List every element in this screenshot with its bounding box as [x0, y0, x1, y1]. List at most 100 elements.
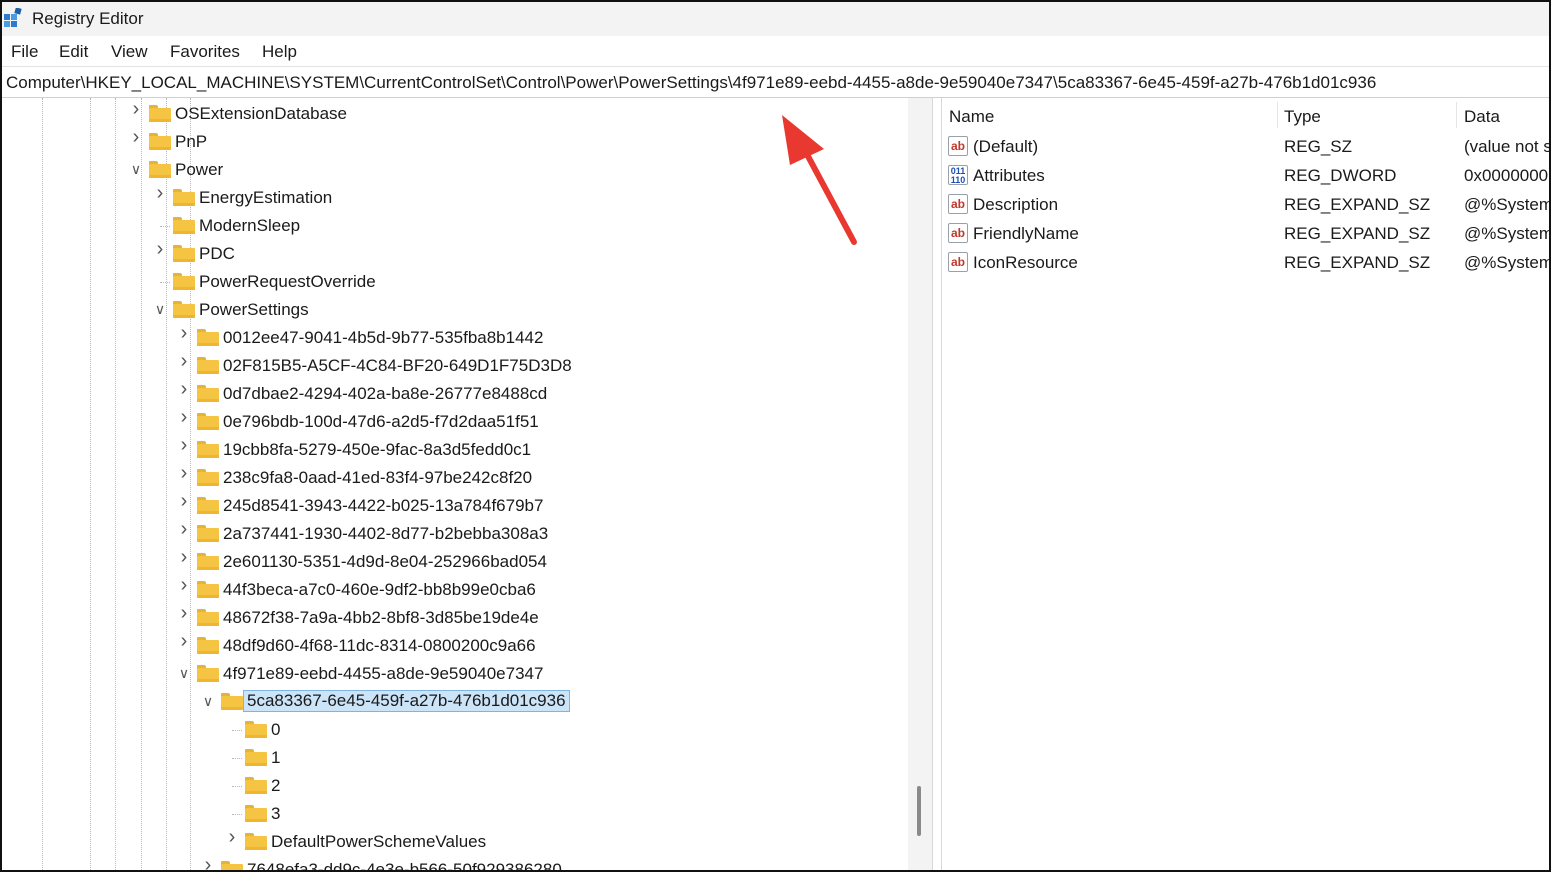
chevron-right-icon[interactable]: ›	[177, 547, 191, 567]
pane-splitter[interactable]	[932, 98, 942, 870]
tree-node[interactable]: › EnergyEstimation	[2, 183, 908, 212]
value-row[interactable]: 011 110 Attributes REG_DWORD 0x0000000	[942, 161, 1549, 190]
values-pane[interactable]: Name Type Data ab (Default) REG_SZ (value n…	[942, 98, 1549, 870]
tree-node-label[interactable]: 4f971e89-eebd-4455-a8de-9e59040e7347	[223, 664, 543, 684]
tree-node-label[interactable]: 0d7dbae2-4294-402a-ba8e-26777e8488cd	[223, 384, 547, 404]
tree-node-label[interactable]: 19cbb8fa-5279-450e-9fac-8a3d5fedd0c1	[223, 440, 531, 460]
tree-node-selected[interactable]: ∨ 5ca83367-6e45-459f-a27b-476b1d01c936	[2, 688, 908, 716]
tree-node[interactable]: › DefaultPowerSchemeValues	[2, 827, 908, 856]
column-header-type[interactable]: Type	[1278, 98, 1456, 132]
tree-node[interactable]: › 44f3beca-a7c0-460e-9df2-bb8b99e0cba6	[2, 575, 908, 604]
tree-node-label[interactable]: 44f3beca-a7c0-460e-9df2-bb8b99e0cba6	[223, 580, 536, 600]
tree-node[interactable]: › 2e601130-5351-4d9d-8e04-252966bad054	[2, 547, 908, 576]
tree-node-label[interactable]: DefaultPowerSchemeValues	[271, 832, 486, 852]
tree-node[interactable]: PowerRequestOverride	[2, 268, 908, 296]
tree-node-label[interactable]: 48672f38-7a9a-4bb2-8bf8-3d85be19de4e	[223, 608, 539, 628]
chevron-down-icon[interactable]: ∨	[177, 666, 191, 680]
chevron-right-icon[interactable]: ›	[153, 183, 167, 203]
value-row[interactable]: ab IconResource REG_EXPAND_SZ @%System	[942, 248, 1549, 277]
key-tree-pane[interactable]: › OSExtensionDatabase › PnP ∨ Power › EnergyEst…	[2, 98, 908, 870]
menu-edit[interactable]: Edit	[59, 42, 88, 62]
chevron-right-icon[interactable]: ›	[129, 127, 143, 147]
chevron-right-icon[interactable]: ›	[201, 855, 215, 870]
tree-node[interactable]: › 19cbb8fa-5279-450e-9fac-8a3d5fedd0c1	[2, 435, 908, 464]
tree-node[interactable]: › 48672f38-7a9a-4bb2-8bf8-3d85be19de4e	[2, 603, 908, 632]
chevron-right-icon[interactable]: ›	[177, 351, 191, 371]
tree-node-label[interactable]: 7648efa3-dd9c-4e3e-b566-50f929386280	[247, 860, 562, 870]
tree-node-label[interactable]: 0012ee47-9041-4b5d-9b77-535fba8b1442	[223, 328, 543, 348]
tree-node-label[interactable]: 5ca83367-6e45-459f-a27b-476b1d01c936	[243, 690, 570, 712]
tree-node[interactable]: › PDC	[2, 239, 908, 268]
chevron-right-icon[interactable]: ›	[177, 407, 191, 427]
tree-node[interactable]: › 238c9fa8-0aad-41ed-83f4-97be242c8f20	[2, 463, 908, 492]
menu-view[interactable]: View	[111, 42, 148, 62]
chevron-right-icon[interactable]: ›	[177, 463, 191, 483]
tree-node[interactable]: › 0d7dbae2-4294-402a-ba8e-26777e8488cd	[2, 379, 908, 408]
chevron-right-icon[interactable]: ›	[153, 239, 167, 259]
chevron-right-icon[interactable]: ›	[177, 631, 191, 651]
chevron-right-icon[interactable]: ›	[177, 323, 191, 343]
tree-node-label[interactable]: 48df9d60-4f68-11dc-8314-0800200c9a66	[223, 636, 536, 656]
tree-node-label[interactable]: ModernSleep	[199, 216, 300, 236]
chevron-down-icon[interactable]: ∨	[201, 694, 215, 708]
tree-node-label[interactable]: 3	[271, 804, 280, 824]
chevron-right-icon[interactable]: ›	[177, 603, 191, 623]
tree-node[interactable]: 0	[2, 716, 908, 744]
tree-node[interactable]: ∨ Power	[2, 156, 908, 184]
chevron-right-icon[interactable]: ›	[177, 435, 191, 455]
tree-node-label[interactable]: 02F815B5-A5CF-4C84-BF20-649D1F75D3D8	[223, 356, 572, 376]
tree-scroll-thumb[interactable]	[917, 786, 921, 836]
tree-node-label[interactable]: Power	[175, 160, 223, 180]
tree-node-label[interactable]: PowerRequestOverride	[199, 272, 376, 292]
tree-node[interactable]: › 0e796bdb-100d-47d6-a2d5-f7d2daa51f51	[2, 407, 908, 436]
chevron-down-icon[interactable]: ∨	[129, 162, 143, 176]
tree-node[interactable]: 1	[2, 744, 908, 772]
column-header-data[interactable]: Data	[1457, 98, 1549, 132]
tree-node-label[interactable]: PowerSettings	[199, 300, 309, 320]
tree-node-label[interactable]: 0e796bdb-100d-47d6-a2d5-f7d2daa51f51	[223, 412, 539, 432]
tree-node-label[interactable]: 0	[271, 720, 280, 740]
tree-node-label[interactable]: PDC	[199, 244, 235, 264]
chevron-right-icon[interactable]: ›	[129, 99, 143, 119]
value-row[interactable]: ab FriendlyName REG_EXPAND_SZ @%System	[942, 219, 1549, 248]
value-row[interactable]: ab (Default) REG_SZ (value not s	[942, 132, 1549, 161]
tree-node[interactable]: › 245d8541-3943-4422-b025-13a784f679b7	[2, 491, 908, 520]
tree-node[interactable]: ∨ 4f971e89-eebd-4455-a8de-9e59040e7347	[2, 660, 908, 688]
folder-icon	[149, 161, 171, 178]
folder-icon	[245, 721, 267, 738]
tree-node[interactable]: ModernSleep	[2, 212, 908, 240]
chevron-right-icon[interactable]: ›	[225, 827, 239, 847]
tree-node-label[interactable]: EnergyEstimation	[199, 188, 332, 208]
tree-vertical-scrollbar[interactable]	[908, 98, 932, 870]
tree-node[interactable]: 2	[2, 772, 908, 800]
tree-node-label[interactable]: OSExtensionDatabase	[175, 104, 347, 124]
tree-node-label[interactable]: 2e601130-5351-4d9d-8e04-252966bad054	[223, 552, 547, 572]
tree-node-label[interactable]: 238c9fa8-0aad-41ed-83f4-97be242c8f20	[223, 468, 532, 488]
tree-node-label[interactable]: 2a737441-1930-4402-8d77-b2bebba308a3	[223, 524, 548, 544]
address-bar[interactable]: Computer\HKEY_LOCAL_MACHINE\SYSTEM\Curre…	[2, 66, 1549, 98]
chevron-right-icon[interactable]: ›	[177, 379, 191, 399]
tree-node-label[interactable]: PnP	[175, 132, 207, 152]
tree-node[interactable]: 3	[2, 800, 908, 828]
tree-node[interactable]: › 02F815B5-A5CF-4C84-BF20-649D1F75D3D8	[2, 351, 908, 380]
tree-node-label[interactable]: 245d8541-3943-4422-b025-13a784f679b7	[223, 496, 543, 516]
chevron-down-icon[interactable]: ∨	[153, 302, 167, 316]
address-path[interactable]: Computer\HKEY_LOCAL_MACHINE\SYSTEM\Curre…	[6, 73, 1376, 93]
tree-node-label[interactable]: 1	[271, 748, 280, 768]
menu-help[interactable]: Help	[262, 42, 297, 62]
column-header-name[interactable]: Name	[942, 98, 1277, 132]
chevron-right-icon[interactable]: ›	[177, 519, 191, 539]
tree-node[interactable]: › OSExtensionDatabase	[2, 99, 908, 128]
menu-favorites[interactable]: Favorites	[170, 42, 240, 62]
tree-node[interactable]: › PnP	[2, 127, 908, 156]
tree-node[interactable]: › 0012ee47-9041-4b5d-9b77-535fba8b1442	[2, 323, 908, 352]
tree-node[interactable]: › 7648efa3-dd9c-4e3e-b566-50f929386280	[2, 855, 908, 870]
tree-node[interactable]: ∨ PowerSettings	[2, 296, 908, 324]
menu-file[interactable]: File	[11, 42, 38, 62]
value-row[interactable]: ab Description REG_EXPAND_SZ @%System	[942, 190, 1549, 219]
tree-node[interactable]: › 2a737441-1930-4402-8d77-b2bebba308a3	[2, 519, 908, 548]
chevron-right-icon[interactable]: ›	[177, 491, 191, 511]
tree-node-label[interactable]: 2	[271, 776, 280, 796]
chevron-right-icon[interactable]: ›	[177, 575, 191, 595]
tree-node[interactable]: › 48df9d60-4f68-11dc-8314-0800200c9a66	[2, 631, 908, 660]
